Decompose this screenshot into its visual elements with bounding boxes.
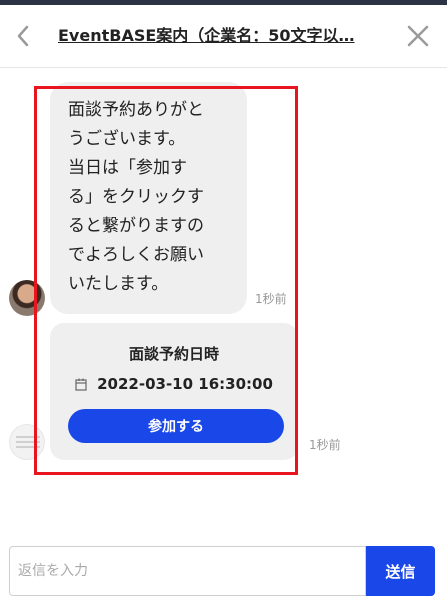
message-timestamp: 1秒前 — [255, 292, 287, 306]
calendar-icon — [75, 378, 87, 391]
avatar — [9, 424, 45, 460]
meeting-card: 面談予約日時 2022-03-10 16:30:00 参加する — [50, 323, 298, 460]
card-date-row: 2022-03-10 16:30:00 — [50, 375, 298, 393]
card-title: 面談予約日時 — [128, 345, 219, 363]
chat-header: EventBASE案内（企業名：50文字以… — [0, 5, 447, 68]
message-timestamp: 1秒前 — [309, 438, 341, 452]
close-button[interactable] — [400, 18, 436, 54]
avatar — [9, 280, 45, 316]
chevron-left-icon — [17, 25, 29, 47]
meeting-datetime: 2022-03-10 16:30:00 — [97, 375, 273, 393]
conversation-title[interactable]: EventBASE案内（企業名：50文字以… — [58, 23, 370, 49]
join-button[interactable]: 参加する — [68, 409, 284, 443]
message-bubble: 面談予約ありがと うございます。 当日は「参加す る」をクリックす ると繋がりま… — [50, 82, 247, 314]
back-button[interactable] — [8, 19, 38, 53]
reply-input[interactable] — [9, 546, 366, 596]
close-icon — [407, 25, 429, 47]
send-button[interactable]: 送信 — [366, 546, 435, 596]
